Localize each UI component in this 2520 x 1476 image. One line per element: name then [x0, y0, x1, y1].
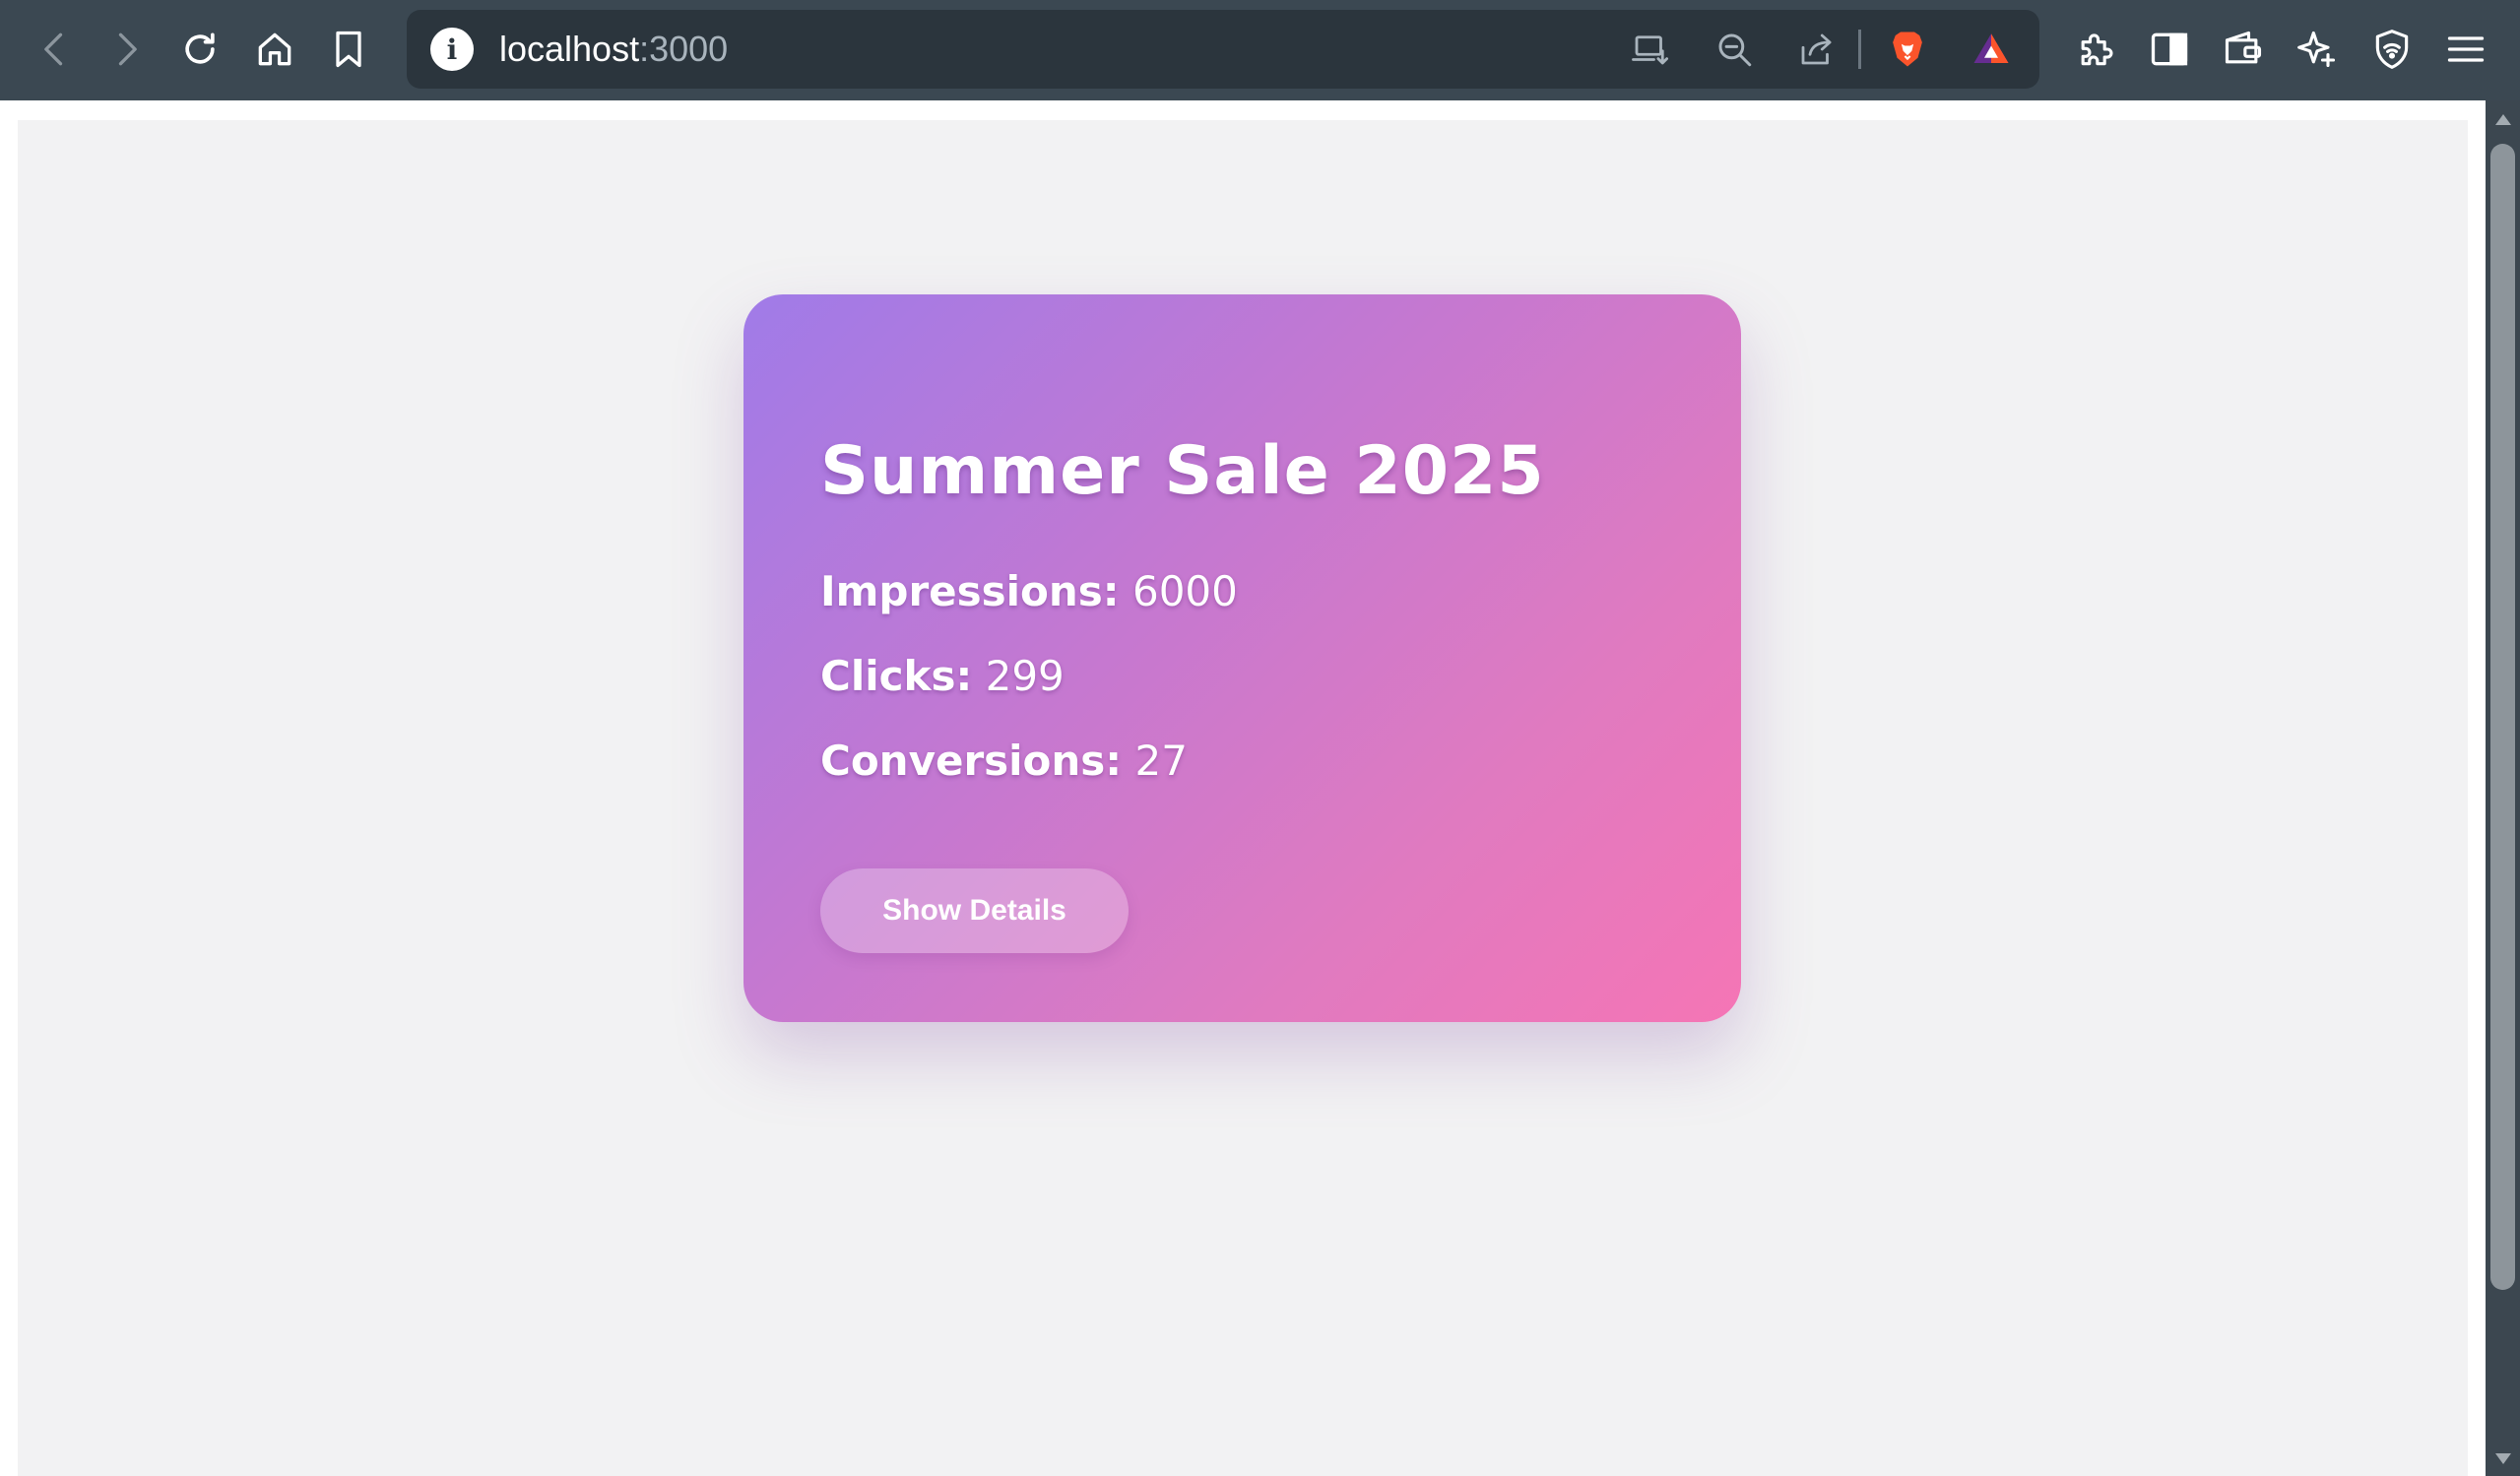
brave-rewards-icon: [1973, 33, 2009, 63]
extensions-button[interactable]: [2068, 22, 2123, 77]
reload-icon: [185, 32, 215, 64]
stat-label: Conversions:: [820, 737, 1123, 785]
address-divider: [1858, 30, 1861, 69]
campaign-card: Summer Sale 2025 Impressions: 6000 Click…: [743, 294, 1741, 1022]
stat-impressions: Impressions: 6000: [820, 566, 1238, 617]
share-button[interactable]: [1791, 24, 1842, 75]
sidebar-icon: [2151, 32, 2188, 66]
stat-value: 6000: [1131, 567, 1238, 615]
stat-value: 299: [985, 652, 1065, 700]
url-port: :3000: [639, 29, 729, 69]
brave-rewards-button[interactable]: [1966, 24, 2017, 75]
page-viewport: Summer Sale 2025 Impressions: 6000 Click…: [0, 100, 2486, 1476]
url-host: localhost: [499, 29, 640, 69]
scroll-down-arrow[interactable]: [2491, 1448, 2514, 1470]
triangle-down-icon: [2494, 1453, 2511, 1464]
back-icon: [44, 32, 63, 66]
zoom-out-icon: [1718, 33, 1752, 67]
stat-conversions: Conversions: 27: [820, 736, 1188, 787]
menu-icon: [2447, 36, 2485, 62]
browser-toolbar: i localhost:3000: [0, 0, 2520, 100]
show-details-button[interactable]: Show Details: [820, 868, 1129, 953]
install-app-icon: [1632, 35, 1669, 65]
address-bar[interactable]: i localhost:3000: [407, 10, 2039, 89]
page-background: Summer Sale 2025 Impressions: 6000 Click…: [18, 120, 2468, 1476]
triangle-up-icon: [2494, 114, 2511, 125]
stat-label: Clicks:: [820, 652, 973, 700]
stat-value: 27: [1134, 737, 1188, 785]
wallet-button[interactable]: [2216, 22, 2271, 77]
home-icon: [258, 32, 291, 66]
sidebar-button[interactable]: [2142, 22, 2197, 77]
brave-shields-icon: [1893, 32, 1922, 67]
scroll-thumb[interactable]: [2490, 144, 2515, 1290]
leo-ai-button[interactable]: [2290, 22, 2345, 77]
url-text[interactable]: localhost:3000: [499, 28, 728, 71]
bookmark-icon: [336, 31, 361, 68]
vertical-scrollbar[interactable]: [2486, 100, 2520, 1476]
zoom-button[interactable]: [1709, 24, 1760, 75]
wallet-icon: [2225, 31, 2262, 64]
install-app-button[interactable]: [1625, 24, 1676, 75]
vpn-button[interactable]: [2364, 22, 2420, 77]
home-button[interactable]: [247, 22, 302, 77]
stat-clicks: Clicks: 299: [820, 651, 1065, 702]
forward-button[interactable]: [98, 22, 154, 77]
scroll-up-arrow[interactable]: [2491, 108, 2514, 130]
extensions-icon: [2081, 33, 2113, 66]
campaign-title: Summer Sale 2025: [820, 432, 1545, 510]
main-menu-button[interactable]: [2438, 22, 2493, 77]
share-icon: [1801, 33, 1832, 65]
back-button[interactable]: [28, 22, 83, 77]
vpn-icon: [2375, 30, 2409, 69]
site-info-icon[interactable]: i: [430, 28, 474, 71]
leo-ai-icon: [2297, 31, 2336, 68]
forward-icon: [118, 32, 137, 66]
bookmark-button[interactable]: [321, 22, 376, 77]
reload-button[interactable]: [172, 22, 227, 77]
stat-label: Impressions:: [820, 567, 1120, 615]
brave-shields-button[interactable]: [1882, 24, 1933, 75]
